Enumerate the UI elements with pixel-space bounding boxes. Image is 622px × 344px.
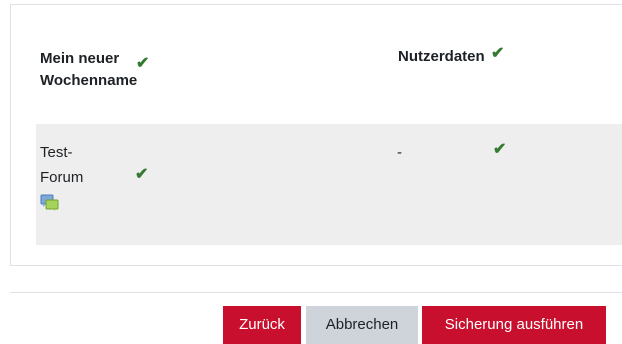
activity-userdata-check-icon: ✔	[493, 141, 507, 158]
backup-confirmation-page: Mein neuer Wochenname ✔ Nutzerdaten ✔ Te…	[0, 0, 622, 344]
activity-included-check-icon: ✔	[135, 166, 149, 183]
userdata-included-check-icon: ✔	[491, 45, 505, 62]
cancel-button[interactable]: Abbrechen	[306, 306, 418, 344]
userdata-header-label: Nutzerdaten	[398, 48, 485, 65]
section-included-check-icon: ✔	[136, 55, 150, 72]
forum-icon	[40, 194, 59, 211]
userdata-header: Nutzerdaten	[398, 46, 485, 68]
table-row	[36, 124, 622, 245]
back-button[interactable]: Zurück	[223, 306, 301, 344]
divider	[10, 292, 622, 293]
perform-backup-button[interactable]: Sicherung ausführen	[422, 306, 606, 344]
activity-name: Test-Forum	[40, 144, 84, 186]
userdata-value: -	[397, 144, 402, 161]
